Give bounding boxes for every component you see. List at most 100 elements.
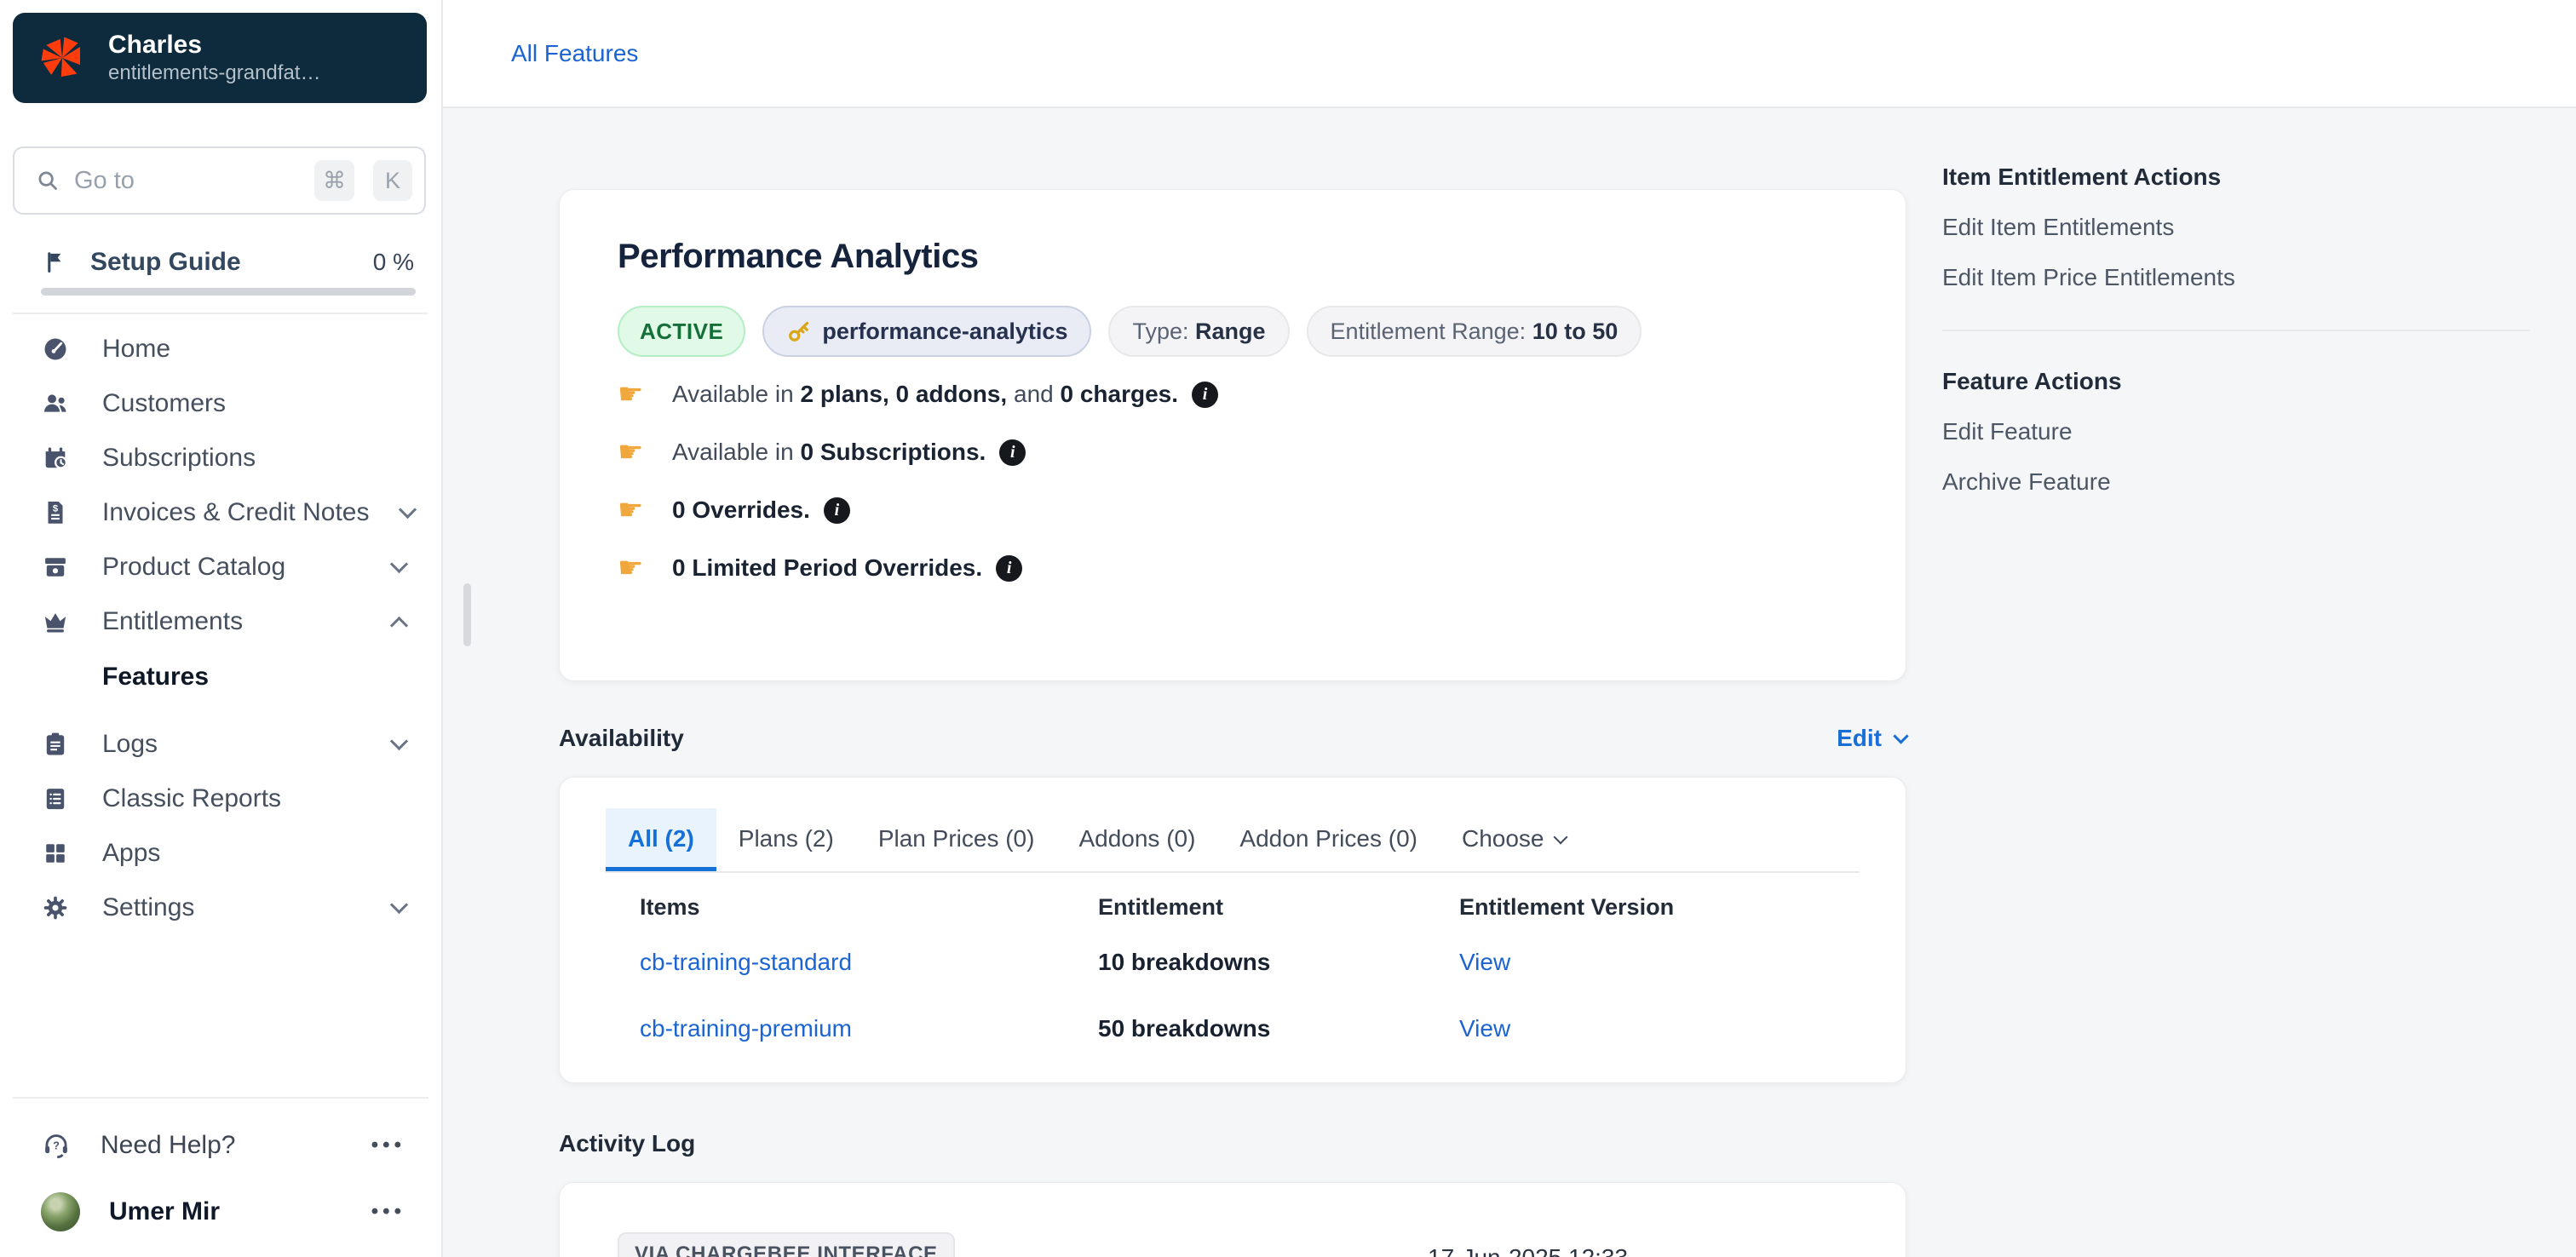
- tab-choose[interactable]: Choose: [1440, 808, 1589, 871]
- main-content: Performance Analytics ACTIVE performance…: [559, 189, 1909, 1257]
- sidebar-item-apps[interactable]: Apps: [0, 826, 441, 881]
- edit-feature-link[interactable]: Edit Feature: [1942, 417, 2539, 446]
- summary-limited-overrides: ☛ 0 Limited Period Overrides. i: [618, 539, 1848, 597]
- search-input[interactable]: [74, 166, 296, 195]
- entitlement-value: 10 breakdowns: [1098, 949, 1271, 975]
- logs-icon: [46, 732, 65, 755]
- tab-addons[interactable]: Addons (0): [1056, 808, 1217, 871]
- availability-heading: Availability: [559, 725, 684, 751]
- sidebar-item-logs[interactable]: Logs: [0, 717, 441, 772]
- sidebar-item-customers[interactable]: Customers: [0, 376, 441, 431]
- source-badge: VIA CHARGEBEE INTERFACE: [618, 1232, 955, 1257]
- feature-id-text: performance-analytics: [822, 318, 1068, 344]
- item-link[interactable]: cb-training-premium: [640, 1015, 1098, 1042]
- feature-summary-list: ☛ Available in 2 plans, 0 addons, and 0 …: [618, 365, 1848, 597]
- need-help-label: Need Help?: [101, 1131, 236, 1159]
- item-entitlement-actions-heading: Item Entitlement Actions: [1942, 164, 2222, 190]
- info-icon[interactable]: i: [999, 439, 1026, 466]
- more-icon[interactable]: •••: [371, 1134, 405, 1157]
- sidebar-item-invoices[interactable]: $ Invoices & Credit Notes: [0, 485, 441, 540]
- sidebar-menu: Home Customers Subscriptions $ Invoices …: [0, 322, 441, 935]
- tab-plan-prices[interactable]: Plan Prices (0): [856, 808, 1057, 871]
- classic-reports-icon: [46, 789, 65, 810]
- activity-log-header: Activity Log: [559, 1128, 1906, 1160]
- tab-all[interactable]: All (2): [606, 808, 716, 871]
- k-keycap: K: [373, 160, 412, 201]
- tab-addon-prices[interactable]: Addon Prices (0): [1217, 808, 1440, 871]
- column-entitlement-version: Entitlement Version: [1459, 893, 1675, 920]
- column-items: Items: [640, 893, 700, 920]
- more-icon[interactable]: •••: [371, 1200, 405, 1224]
- info-icon[interactable]: i: [1192, 381, 1219, 408]
- search-icon: [38, 171, 57, 190]
- sidebar-item-label: Product Catalog: [102, 553, 286, 581]
- setup-progress-bar: [41, 288, 416, 296]
- avatar: [41, 1192, 80, 1231]
- edit-item-entitlements-link[interactable]: Edit Item Entitlements: [1942, 213, 2539, 242]
- summary-plans: ☛ Available in 2 plans, 0 addons, and 0 …: [618, 365, 1848, 423]
- summary-overrides: ☛ 0 Overrides. i: [618, 481, 1848, 539]
- pointing-finger-icon: ☛: [618, 552, 644, 584]
- feature-id-badge: performance-analytics: [762, 306, 1092, 357]
- availability-edit-button[interactable]: Edit: [1837, 725, 1909, 752]
- activity-timestamp: 17-Jun-2025 12:33: [1428, 1244, 1628, 1257]
- workspace-name: Charles: [108, 31, 203, 59]
- badge-row: ACTIVE performance-analytics Type: Range…: [618, 306, 1848, 357]
- status-badge: ACTIVE: [618, 306, 746, 357]
- page-title: Performance Analytics: [618, 238, 979, 275]
- sidebar-item-entitlements[interactable]: Entitlements: [0, 594, 441, 649]
- sidebar-item-features[interactable]: Features: [0, 649, 441, 705]
- availability-card: All (2) Plans (2) Plan Prices (0) Addons…: [559, 777, 1906, 1083]
- rail-divider: [1942, 330, 2530, 331]
- sidebar: Charles entitlements-grandfat… ⌘ K Setup…: [0, 0, 443, 1257]
- summary-subscriptions: ☛ Available in 0 Subscriptions. i: [618, 423, 1848, 481]
- home-gauge-icon: [44, 338, 66, 360]
- sidebar-footer: ? Need Help? ••• Umer Mir •••: [0, 1080, 441, 1257]
- info-icon[interactable]: i: [996, 554, 1023, 582]
- sidebar-item-product-catalog[interactable]: Product Catalog: [0, 540, 441, 594]
- sidebar-item-settings[interactable]: Settings: [0, 881, 441, 935]
- edit-item-price-entitlements-link[interactable]: Edit Item Price Entitlements: [1942, 263, 2539, 292]
- product-catalog-icon: [45, 558, 66, 577]
- sidebar-item-label: Subscriptions: [102, 444, 256, 472]
- availability-tabs: All (2) Plans (2) Plan Prices (0) Addons…: [606, 808, 1860, 873]
- entitlements-crown-icon: [44, 613, 66, 633]
- archive-feature-link[interactable]: Archive Feature: [1942, 468, 2539, 496]
- cmd-keycap: ⌘: [314, 160, 354, 201]
- breadcrumb[interactable]: All Features: [511, 40, 638, 67]
- need-help-row[interactable]: ? Need Help? •••: [0, 1112, 441, 1179]
- sidebar-item-label: Settings: [102, 893, 195, 921]
- item-link[interactable]: cb-training-standard: [640, 949, 1098, 976]
- pointing-finger-icon: ☛: [618, 436, 644, 468]
- key-icon: [789, 321, 809, 342]
- sidebar-item-label: Home: [102, 335, 171, 363]
- view-link[interactable]: View: [1459, 1015, 1860, 1042]
- entitlement-range-badge: Entitlement Range: 10 to 50: [1306, 306, 1642, 357]
- chevron-up-icon: [389, 616, 409, 634]
- flag-icon: [48, 252, 61, 273]
- sidebar-scrollbar-thumb[interactable]: [463, 583, 471, 646]
- feature-actions-heading: Feature Actions: [1942, 368, 2122, 394]
- user-row[interactable]: Umer Mir •••: [0, 1179, 441, 1245]
- gear-icon: [43, 896, 67, 920]
- global-search[interactable]: ⌘ K: [13, 146, 426, 215]
- menu-gap: [0, 705, 441, 717]
- view-link[interactable]: View: [1459, 949, 1860, 976]
- type-badge: Type: Range: [1108, 306, 1290, 357]
- sidebar-item-classic-reports[interactable]: Classic Reports: [0, 772, 441, 826]
- sidebar-divider: [13, 1097, 428, 1099]
- user-name: Umer Mir: [109, 1197, 221, 1225]
- topbar: All Features: [443, 0, 2576, 108]
- table-header: Items Entitlement Entitlement Version: [640, 885, 1860, 929]
- chevron-down-icon: [389, 554, 409, 573]
- tab-plans[interactable]: Plans (2): [716, 808, 856, 871]
- info-icon[interactable]: i: [823, 496, 850, 524]
- sidebar-item-subscriptions[interactable]: Subscriptions: [0, 431, 441, 485]
- setup-guide-progress: 0 %: [372, 249, 414, 275]
- sidebar-item-label: Logs: [102, 730, 158, 758]
- workspace-switcher[interactable]: Charles entitlements-grandfat…: [13, 13, 427, 103]
- help-headset-icon: ?: [45, 1134, 67, 1159]
- setup-guide[interactable]: Setup Guide 0 %: [41, 245, 416, 279]
- setup-guide-label: Setup Guide: [90, 248, 241, 276]
- sidebar-item-home[interactable]: Home: [0, 322, 441, 376]
